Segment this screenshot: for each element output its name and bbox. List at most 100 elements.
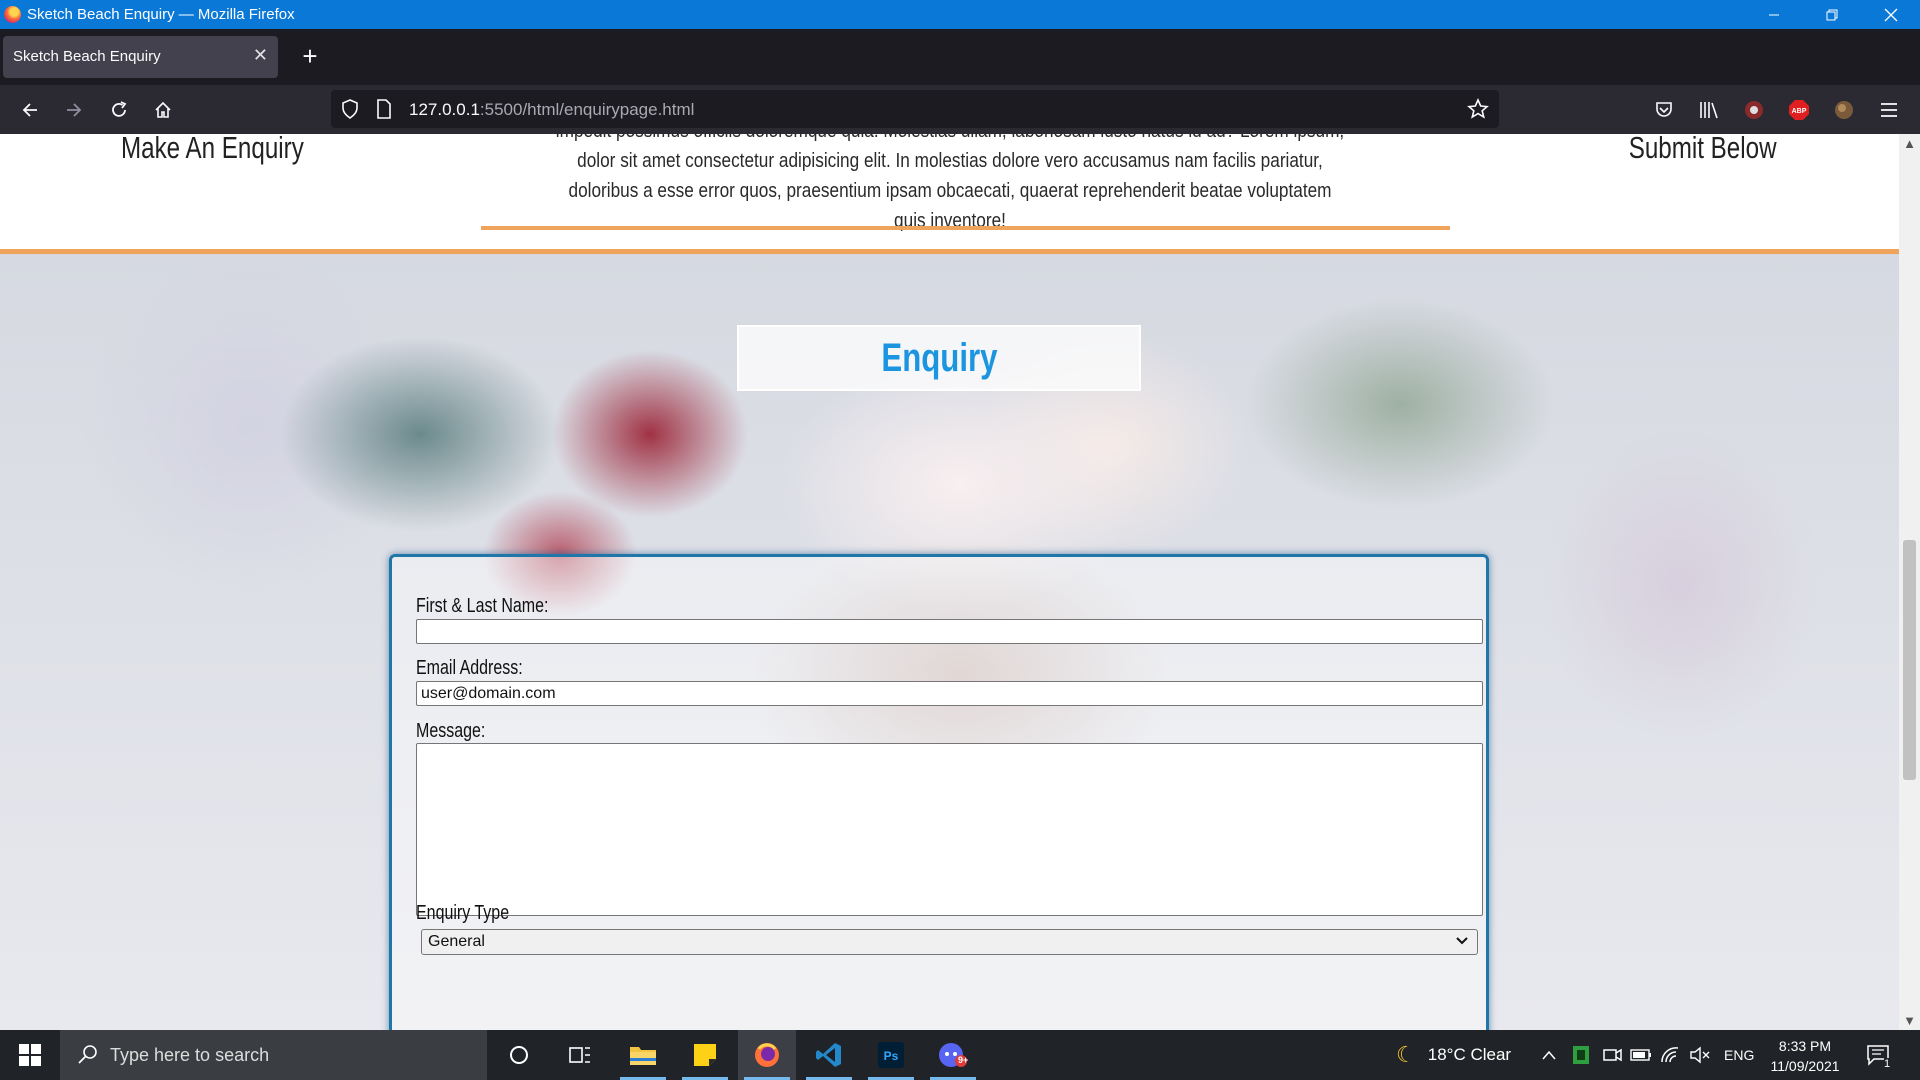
sticky-notes-icon bbox=[694, 1044, 716, 1066]
firefox-taskbar-button[interactable] bbox=[738, 1030, 796, 1080]
meet-now-icon bbox=[1603, 1048, 1622, 1062]
tray-app-icon[interactable] bbox=[1572, 1030, 1590, 1080]
search-icon bbox=[78, 1045, 97, 1064]
adblock-plus-button[interactable]: ABP bbox=[1786, 97, 1812, 123]
tracking-protection-shield-icon[interactable] bbox=[341, 99, 359, 119]
scroll-up-arrow-icon[interactable]: ▲ bbox=[1899, 136, 1920, 151]
hero-floral-background: Enquiry First & Last Name: Email Address… bbox=[0, 254, 1899, 1030]
name-input[interactable] bbox=[416, 619, 1483, 644]
hamburger-menu-icon bbox=[1881, 103, 1897, 117]
restore-button[interactable] bbox=[1803, 0, 1861, 29]
library-button[interactable] bbox=[1696, 97, 1722, 123]
meet-now-button[interactable] bbox=[1602, 1030, 1622, 1080]
weather-widget[interactable]: ☾ 18°C Clear bbox=[1396, 1030, 1511, 1080]
vscode-icon bbox=[816, 1043, 841, 1067]
battery-indicator[interactable] bbox=[1630, 1030, 1652, 1080]
chevron-up-icon bbox=[1542, 1050, 1556, 1060]
green-tray-icon bbox=[1573, 1046, 1589, 1064]
show-hidden-icons-button[interactable] bbox=[1542, 1030, 1556, 1080]
weather-text: 18°C Clear bbox=[1427, 1045, 1512, 1064]
url-text[interactable]: 127.0.0.1:5500/html/enquirypage.html bbox=[409, 100, 694, 120]
enquiry-type-selected: General bbox=[428, 933, 485, 950]
email-input[interactable] bbox=[416, 681, 1483, 706]
input-language-indicator[interactable]: ENG bbox=[1724, 1030, 1754, 1080]
windows-taskbar: Type here to search Ps 9+ ☾ 18°C Clear E… bbox=[0, 1030, 1920, 1080]
account-button[interactable] bbox=[1831, 97, 1857, 123]
action-center-button[interactable]: 1 bbox=[1866, 1030, 1891, 1080]
page-info-icon[interactable] bbox=[376, 99, 392, 119]
page-viewport: Make An Enquiry impedit possimus officii… bbox=[0, 134, 1899, 1030]
volume-muted-icon bbox=[1690, 1046, 1710, 1064]
scroll-down-arrow-icon[interactable]: ▼ bbox=[1899, 1013, 1920, 1028]
library-icon bbox=[1700, 102, 1718, 119]
new-tab-button[interactable]: + bbox=[293, 40, 327, 74]
discord-taskbar-button[interactable]: 9+ bbox=[924, 1030, 982, 1080]
moon-icon: ☾ bbox=[1396, 1042, 1416, 1067]
page-header: Make An Enquiry impedit possimus officii… bbox=[0, 134, 1899, 254]
firefox-logo-icon bbox=[4, 6, 21, 23]
message-textarea[interactable] bbox=[416, 743, 1483, 916]
message-label: Message: bbox=[416, 720, 486, 742]
volume-indicator[interactable] bbox=[1689, 1030, 1711, 1080]
enquiry-title-box: Enquiry bbox=[737, 325, 1141, 391]
home-button[interactable] bbox=[146, 93, 180, 127]
app-menu-button[interactable] bbox=[1876, 97, 1902, 123]
pocket-button[interactable] bbox=[1651, 97, 1677, 123]
extension-button-1[interactable] bbox=[1741, 97, 1767, 123]
scrollbar-thumb[interactable] bbox=[1903, 540, 1916, 780]
page-scrollbar[interactable]: ▲ ▼ bbox=[1899, 134, 1920, 1030]
adblock-plus-icon: ABP bbox=[1789, 100, 1809, 120]
window-titlebar: Sketch Beach Enquiry — Mozilla Firefox bbox=[0, 0, 1920, 29]
minimize-button[interactable] bbox=[1745, 0, 1803, 29]
url-path: :5500/html/enquirypage.html bbox=[479, 100, 695, 119]
svg-text:ABP: ABP bbox=[1792, 108, 1807, 115]
discord-notification-badge: 9+ bbox=[958, 1055, 969, 1065]
taskbar-search-box[interactable]: Type here to search bbox=[60, 1030, 487, 1080]
task-view-icon bbox=[569, 1047, 590, 1063]
search-placeholder: Type here to search bbox=[110, 1045, 270, 1065]
vscode-taskbar-button[interactable] bbox=[800, 1030, 858, 1080]
battery-icon bbox=[1630, 1049, 1651, 1061]
enquiry-form: First & Last Name: Email Address: Messag… bbox=[389, 554, 1489, 1030]
firefox-icon bbox=[755, 1043, 779, 1067]
tab-strip: Sketch Beach Enquiry ✕ + bbox=[0, 29, 1920, 85]
address-bar[interactable]: 127.0.0.1:5500/html/enquirypage.html bbox=[331, 90, 1499, 128]
network-indicator[interactable] bbox=[1660, 1030, 1680, 1080]
reload-button[interactable] bbox=[102, 93, 136, 127]
sticky-notes-taskbar-button[interactable] bbox=[676, 1030, 734, 1080]
submit-below-heading: Submit Below bbox=[1629, 134, 1777, 165]
navigation-toolbar: 127.0.0.1:5500/html/enquirypage.html ABP bbox=[0, 85, 1920, 134]
reload-icon bbox=[112, 101, 127, 117]
photoshop-icon: Ps bbox=[878, 1042, 904, 1068]
tab-sketch-beach-enquiry[interactable]: Sketch Beach Enquiry ✕ bbox=[3, 36, 278, 78]
enquiry-type-select[interactable]: General bbox=[421, 929, 1478, 955]
file-explorer-taskbar-button[interactable] bbox=[614, 1030, 672, 1080]
folder-icon bbox=[630, 1047, 656, 1065]
photoshop-taskbar-button[interactable]: Ps bbox=[862, 1030, 920, 1080]
clock-date: 11/09/2021 bbox=[1770, 1058, 1840, 1074]
window-title: Sketch Beach Enquiry — Mozilla Firefox bbox=[27, 6, 295, 23]
name-label: First & Last Name: bbox=[416, 595, 549, 617]
task-view-button[interactable] bbox=[551, 1030, 609, 1080]
home-icon bbox=[155, 101, 171, 118]
make-an-enquiry-heading: Make An Enquiry bbox=[121, 134, 304, 165]
email-label: Email Address: bbox=[416, 657, 523, 679]
enquiry-type-label: Enquiry Type bbox=[416, 902, 510, 924]
enquiry-title: Enquiry bbox=[880, 335, 998, 380]
wifi-icon bbox=[1661, 1047, 1679, 1063]
cortana-button[interactable] bbox=[490, 1030, 548, 1080]
header-divider bbox=[481, 226, 1450, 230]
notification-count: 1 bbox=[1884, 1058, 1891, 1070]
start-button[interactable] bbox=[0, 1030, 60, 1080]
clock-time: 8:33 PM bbox=[1778, 1038, 1832, 1054]
close-icon bbox=[1884, 8, 1898, 21]
forward-button[interactable] bbox=[57, 93, 91, 127]
back-button[interactable] bbox=[13, 93, 47, 127]
bookmark-star-icon[interactable] bbox=[1467, 98, 1489, 120]
tab-close-icon[interactable]: ✕ bbox=[253, 45, 268, 66]
restore-icon bbox=[1826, 9, 1838, 20]
close-window-button[interactable] bbox=[1862, 0, 1920, 29]
chevron-down-icon bbox=[1456, 937, 1468, 945]
minimize-icon bbox=[1769, 14, 1779, 15]
system-clock[interactable]: 8:33 PM 11/09/2021 bbox=[1760, 1036, 1850, 1076]
